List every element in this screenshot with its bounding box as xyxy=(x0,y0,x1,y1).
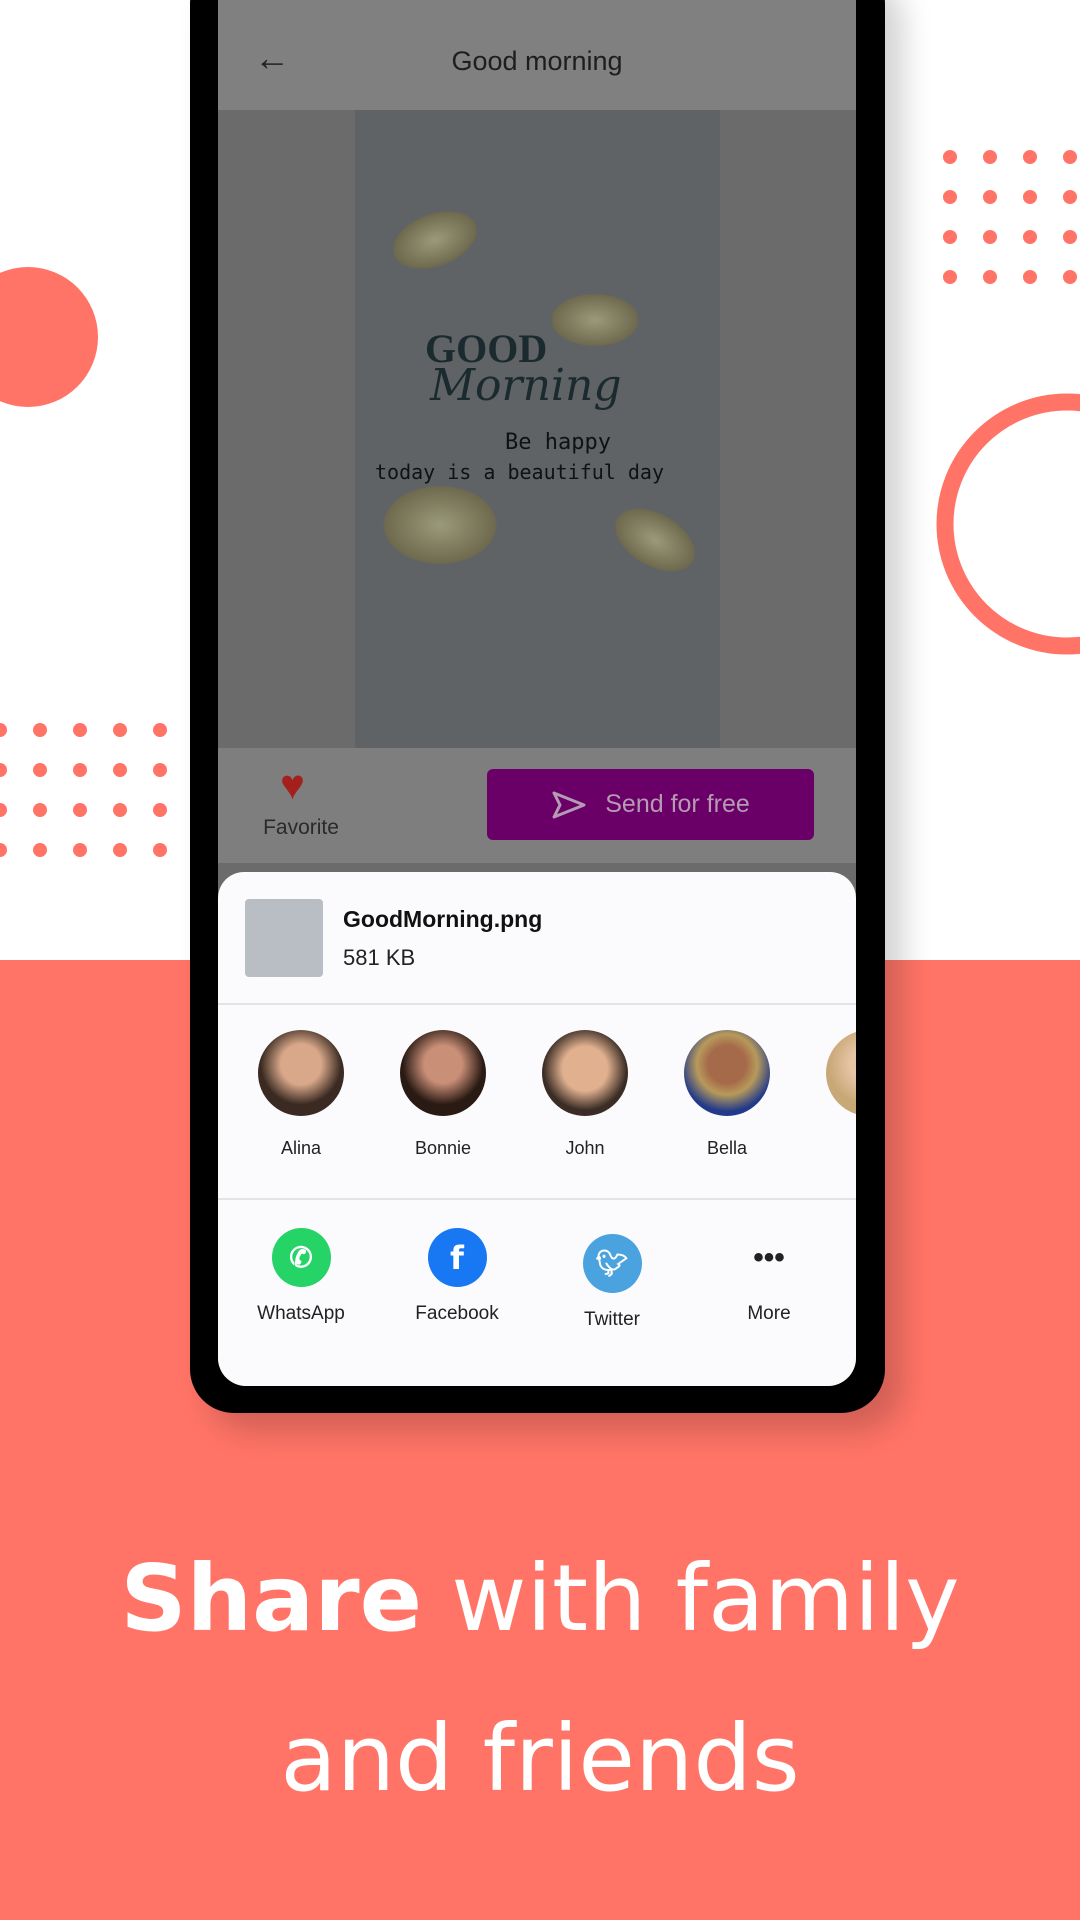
share-app-twitter[interactable]: 🐦︎ Twitter xyxy=(547,1234,677,1331)
dot xyxy=(33,803,47,817)
dot xyxy=(983,270,997,284)
twitter-icon: 🐦︎ xyxy=(582,1234,642,1293)
share-app-whatsapp[interactable]: ✆ WhatsApp xyxy=(236,1228,366,1325)
app-name: WhatsApp xyxy=(257,1303,345,1324)
dot xyxy=(1063,270,1077,284)
action-bar: ♥ Favorite Send for free xyxy=(218,748,856,863)
dot xyxy=(1023,270,1037,284)
send-label: Send for free xyxy=(605,790,750,818)
dot xyxy=(1063,150,1077,164)
avatar xyxy=(258,1030,344,1116)
dot xyxy=(1063,230,1077,244)
dot xyxy=(0,763,7,777)
headline-rest: with family xyxy=(421,1545,960,1652)
image-text: Morning xyxy=(430,360,622,411)
contact-name: Bella xyxy=(706,1138,748,1158)
app-name: Twitter xyxy=(584,1309,640,1330)
share-app-more[interactable]: ••• More xyxy=(704,1228,834,1325)
facebook-icon: f xyxy=(427,1228,487,1287)
contact-name: Alina xyxy=(280,1138,322,1158)
dot xyxy=(33,763,47,777)
dot xyxy=(73,803,87,817)
butterfly xyxy=(596,489,714,591)
more-icon: ••• xyxy=(753,1240,785,1274)
dot xyxy=(73,843,87,857)
app-bar: ← Good morning xyxy=(218,0,856,110)
contact-item[interactable]: L xyxy=(809,1030,856,1159)
dot xyxy=(113,763,127,777)
share-app-facebook[interactable]: f Facebook xyxy=(392,1228,522,1325)
contact-name: L xyxy=(809,1138,856,1159)
butterfly xyxy=(377,194,493,286)
greeting-image: GOOD Morning Be happy today is a beautif… xyxy=(355,110,720,748)
dot xyxy=(1063,190,1077,204)
share-sheet: GoodMorning.png 581 KB Alina Bonnie John… xyxy=(218,872,856,1386)
phone-screen: ← Good morning GOOD Morning Be happy tod… xyxy=(218,0,856,1386)
avatar xyxy=(826,1030,856,1116)
dot xyxy=(943,270,957,284)
dot xyxy=(153,763,167,777)
image-text: today is a beautiful day xyxy=(375,460,664,484)
favorite-label[interactable]: Favorite xyxy=(248,816,354,840)
dot xyxy=(153,723,167,737)
dot xyxy=(943,150,957,164)
send-button[interactable]: Send for free xyxy=(487,769,814,840)
dot xyxy=(73,763,87,777)
contact-item[interactable]: Bonnie xyxy=(383,1030,503,1159)
dot xyxy=(983,150,997,164)
file-thumbnail xyxy=(245,899,323,977)
dot xyxy=(0,843,7,857)
headline-bold: Share xyxy=(120,1545,422,1652)
dot xyxy=(1023,230,1037,244)
contact-item[interactable]: John xyxy=(525,1030,645,1159)
dot xyxy=(113,843,127,857)
dot xyxy=(983,230,997,244)
decorative-dots xyxy=(943,150,1077,310)
headline-line1: Share with family xyxy=(0,1545,1080,1652)
dot xyxy=(113,723,127,737)
app-name: More xyxy=(747,1303,791,1324)
dot xyxy=(33,843,47,857)
dot xyxy=(943,230,957,244)
app-name: Facebook xyxy=(415,1303,499,1324)
dot xyxy=(153,803,167,817)
divider xyxy=(218,1198,856,1200)
image-text: Be happy xyxy=(505,430,611,455)
file-name: GoodMorning.png xyxy=(343,906,543,932)
butterfly xyxy=(545,290,645,350)
dot xyxy=(113,803,127,817)
divider xyxy=(218,1003,856,1005)
dot xyxy=(1023,190,1037,204)
decorative-ring xyxy=(936,393,1080,655)
contact-name: John xyxy=(565,1138,605,1158)
decorative-dots xyxy=(0,723,193,883)
dot xyxy=(73,723,87,737)
contact-name: Bonnie xyxy=(414,1138,472,1158)
file-size: 581 KB xyxy=(343,945,416,970)
contact-item[interactable]: Bella xyxy=(667,1030,787,1159)
whatsapp-icon: ✆ xyxy=(271,1228,331,1287)
send-icon xyxy=(552,791,586,818)
butterfly xyxy=(375,480,505,570)
dot xyxy=(33,723,47,737)
contact-item[interactable]: Alina xyxy=(241,1030,361,1159)
headline-line2: and friends xyxy=(280,1705,800,1812)
avatar xyxy=(542,1030,628,1116)
dot xyxy=(943,190,957,204)
heart-icon[interactable]: ♥ xyxy=(280,764,305,806)
avatar xyxy=(400,1030,486,1116)
page-title: Good morning xyxy=(451,46,623,76)
decorative-circle xyxy=(0,267,98,407)
avatar xyxy=(684,1030,770,1116)
dot xyxy=(0,803,7,817)
dot xyxy=(0,723,7,737)
dot xyxy=(153,843,167,857)
dot xyxy=(983,190,997,204)
dot xyxy=(1023,150,1037,164)
